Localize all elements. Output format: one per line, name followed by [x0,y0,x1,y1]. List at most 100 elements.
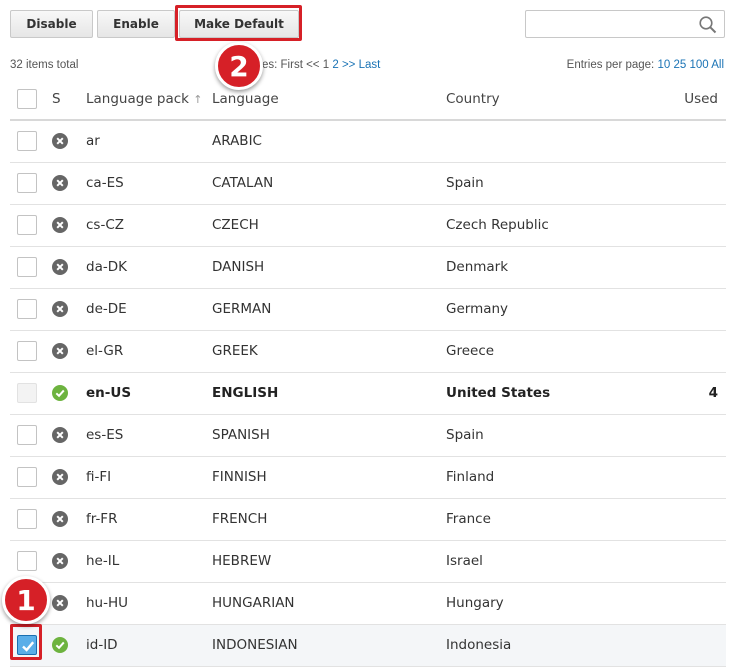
table-row[interactable]: de-DE GERMAN Germany [10,288,726,331]
row-country: Indonesia [446,624,646,667]
row-checkbox[interactable] [17,257,37,277]
table-row[interactable]: ar ARABIC [10,120,726,163]
table-row[interactable]: ca-ES CATALAN Spain [10,162,726,205]
row-language-pack: en-US [86,372,212,415]
row-checkbox[interactable] [17,425,37,445]
table-row[interactable]: he-IL HEBREW Israel [10,540,726,583]
table-row[interactable]: el-GR GREEK Greece [10,330,726,373]
search-input[interactable] [526,11,696,37]
row-language-pack: hu-HU [86,582,212,625]
row-select-cell [10,330,46,373]
items-total: 32 items total [10,59,79,71]
table-row[interactable]: cs-CZ CZECH Czech Republic [10,204,726,247]
row-select-cell [10,456,46,499]
page-2-link[interactable]: 2 [332,59,338,71]
row-checkbox[interactable] [17,173,37,193]
row-language: GERMAN [212,288,446,331]
row-language-pack: da-DK [86,246,212,289]
enabled-status-icon [52,385,86,401]
table-row[interactable]: es-ES SPANISH Spain [10,414,726,457]
disabled-status-icon [52,175,86,191]
row-checkbox[interactable] [17,467,37,487]
row-language: GREEK [212,330,446,373]
per-page-100[interactable]: 100 [689,59,708,71]
row-status-cell [46,372,86,415]
row-language-pack: ar [86,120,212,163]
row-checkbox [17,383,37,403]
search-icon[interactable] [698,15,718,35]
disabled-status-icon [52,469,86,485]
disabled-status-icon [52,343,86,359]
row-country: Denmark [446,246,646,289]
header-language-pack[interactable]: Language pack ↑ [86,78,212,121]
row-select-cell [10,204,46,247]
row-select-cell [10,372,46,415]
pagination: es: First << 1 2 >> Last [262,59,380,71]
entries-per-page-label: Entries per page: [566,59,655,71]
search-box[interactable] [525,10,725,38]
header-used[interactable]: Used [646,78,726,121]
row-language: ENGLISH [212,372,446,415]
row-used [646,456,726,499]
pagination-label: es: First [262,59,303,71]
row-country: Greece [446,330,646,373]
row-used [646,120,726,163]
row-checkbox[interactable] [17,131,37,152]
header-status[interactable]: S [46,78,86,121]
row-country: Hungary [446,582,646,625]
disabled-status-icon [52,511,86,527]
row-country: Israel [446,540,646,583]
disabled-status-icon [52,595,86,611]
row-select-cell [10,162,46,205]
row-language-pack: fi-FI [86,456,212,499]
row-status-cell [46,624,86,667]
row-select-cell [10,414,46,457]
row-country: Spain [446,162,646,205]
row-status-cell [46,582,86,625]
row-used [646,414,726,457]
row-status-cell [46,288,86,331]
row-status-cell [46,414,86,457]
enable-button[interactable]: Enable [97,10,175,38]
row-country: Germany [446,288,646,331]
disable-button[interactable]: Disable [10,10,93,38]
table-row[interactable]: fi-FI FINNISH Finland [10,456,726,499]
select-all-checkbox[interactable] [17,88,37,109]
row-used [646,204,726,247]
pagination-last[interactable]: Last [359,59,381,71]
row-checkbox[interactable] [17,341,37,361]
table-row[interactable]: da-DK DANISH Denmark [10,246,726,289]
row-language-pack: cs-CZ [86,204,212,247]
table-row[interactable]: en-US ENGLISH United States 4 [10,372,726,415]
row-country: Czech Republic [446,204,646,247]
table-row[interactable]: hu-HU HUNGARIAN Hungary [10,582,726,625]
disabled-status-icon [52,427,86,443]
row-language: FINNISH [212,456,446,499]
step-2-badge: 2 [215,42,263,90]
row-language: FRENCH [212,498,446,541]
disabled-status-icon [52,217,86,233]
sort-ascending-icon: ↑ [193,92,203,106]
disabled-status-icon [52,553,86,569]
header-country[interactable]: Country [446,78,646,121]
per-page-all[interactable]: All [711,59,724,71]
row-status-cell [46,498,86,541]
per-page-10[interactable]: 10 [657,59,670,71]
header-language-pack-label: Language pack [86,90,189,107]
row-checkbox[interactable] [17,299,37,319]
row-used [646,246,726,289]
table-row[interactable]: fr-FR FRENCH France [10,498,726,541]
row-language-pack: fr-FR [86,498,212,541]
row-checkbox[interactable] [17,509,37,529]
row-checkbox[interactable] [17,551,37,571]
table-row[interactable]: id-ID INDONESIAN Indonesia [10,624,726,667]
row-country: Finland [446,456,646,499]
row-used [646,624,726,667]
pagination-next[interactable]: >> [342,59,355,71]
row-country [446,120,646,163]
row-used [646,288,726,331]
per-page-25[interactable]: 25 [673,59,686,71]
row-language-pack: es-ES [86,414,212,457]
row-checkbox[interactable] [17,215,37,235]
row-used [646,498,726,541]
